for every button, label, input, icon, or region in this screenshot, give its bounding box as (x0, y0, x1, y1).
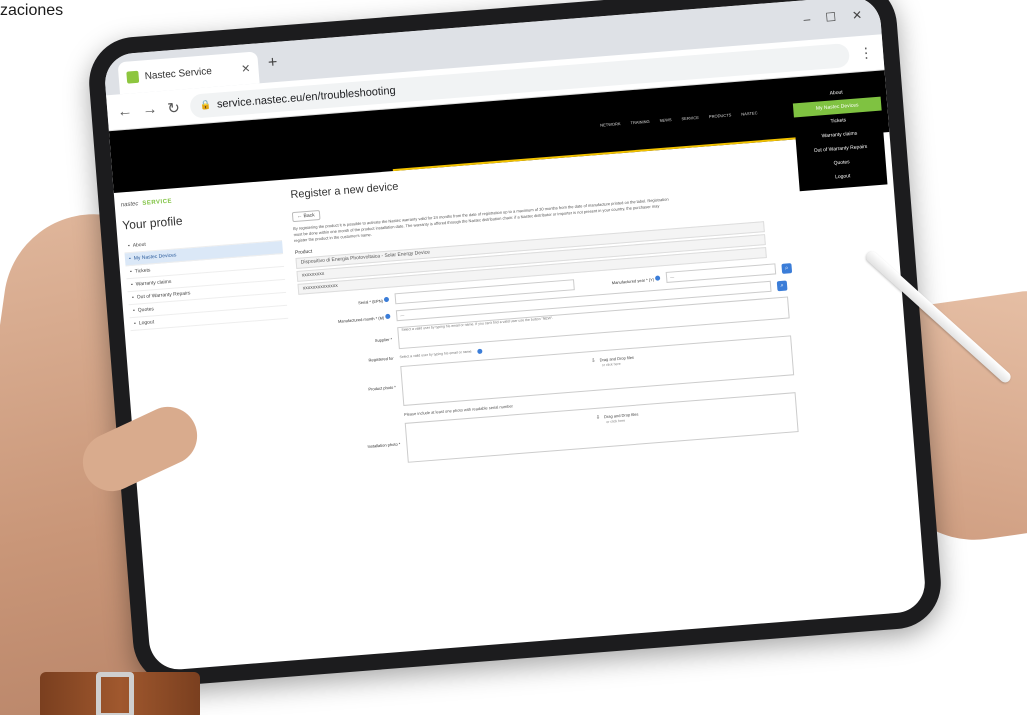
register-device-form: Register a new device ← Back By register… (283, 132, 922, 598)
sidebar-item-label: My Nastec Devices (133, 252, 177, 262)
reload-icon[interactable]: ↻ (167, 98, 181, 117)
upload-icon: ⇩ (595, 414, 601, 421)
top-nav-link[interactable]: NEWS (659, 117, 671, 123)
back-button[interactable]: ← Back (291, 209, 321, 223)
installation-photo-label: Installation photo * (367, 440, 401, 449)
tablet-screen: Nastec Service ✕ + – ☐ ✕ ← → ↻ 🔒 service… (102, 0, 928, 672)
close-window-icon[interactable]: ✕ (852, 8, 863, 23)
manufactured-month-label: Manufactured month * (M) (300, 313, 391, 326)
sidebar-item-label: Warranty claims (135, 278, 172, 288)
favicon-icon (126, 70, 140, 84)
sidebar-item-label: Quotes (137, 306, 155, 314)
brand: nastec SERVICE (120, 190, 279, 209)
sidebar-item-label: About (132, 241, 147, 249)
product-photo-dropzone[interactable]: ⇩ Drag and Drop files or click here (400, 335, 795, 406)
logout-icon: ▪ (133, 320, 137, 327)
page-caption: zaciones (0, 2, 64, 19)
maximize-icon[interactable]: ☐ (825, 10, 837, 25)
profile-title: Your profile (121, 213, 183, 233)
manufactured-year-label: Manufactured year * (Y) (580, 274, 661, 287)
tab-close-icon[interactable]: ✕ (241, 61, 251, 75)
sidebar-item-label: Logout (138, 319, 155, 327)
forward-arrow-icon[interactable]: → (142, 100, 158, 118)
user-icon: ▪ (127, 242, 130, 250)
help-icon[interactable] (383, 296, 390, 302)
ticket-icon: ▪ (129, 268, 133, 276)
minimize-icon[interactable]: – (803, 12, 811, 26)
warranty-icon: ▪ (130, 281, 134, 288)
upload-icon: ⇩ (591, 357, 596, 365)
search-button[interactable]: ⌕ (776, 280, 788, 291)
account-dropdown: About My Nastec Devices Tickets Warranty… (791, 78, 888, 192)
repair-icon: ▪ (131, 294, 135, 301)
top-nav-link[interactable]: NETWORK (600, 121, 621, 128)
serial-label: Serial * (EPN) (299, 296, 390, 309)
tab-title: Nastec Service (144, 65, 213, 82)
nastec-logo: nastec (120, 201, 139, 209)
sidebar-item-label: Tickets (134, 267, 151, 275)
help-icon[interactable] (477, 348, 483, 354)
url-text: service.nastec.eu/en/troubleshooting (216, 84, 397, 111)
watch-buckle (96, 672, 134, 715)
dropzone-label: ⇩ Drag and Drop files or click here (591, 354, 635, 368)
top-nav-link[interactable]: PRODUCTS (709, 112, 732, 119)
installation-photo-dropzone[interactable]: ⇩ Drag and Drop files or click here (404, 392, 799, 463)
back-arrow-icon[interactable]: ← (117, 102, 133, 120)
tablet: Nastec Service ✕ + – ☐ ✕ ← → ↻ 🔒 service… (85, 0, 945, 689)
scene: zaciones Nastec Service ✕ + – ☐ ✕ ← → ↻ (0, 0, 1027, 715)
profile-sidebar: nastec SERVICE Your profile ▪ About ▪ My N… (114, 180, 316, 612)
lock-icon: 🔒 (199, 99, 212, 111)
new-tab-icon[interactable]: + (267, 54, 278, 73)
top-nav: NETWORK TRAINING NEWS SERVICE PRODUCTS N… (600, 110, 758, 127)
sidebar-item-label: Out of Warranty Repairs (136, 290, 191, 301)
device-icon: ▪ (128, 255, 132, 263)
help-icon[interactable] (385, 313, 391, 319)
content-area: nastec SERVICE Your profile ▪ About ▪ My N… (114, 132, 923, 612)
supplier-label: Supplier * (374, 336, 393, 343)
browser-menu-icon[interactable]: ⋮ (858, 44, 873, 62)
brand-service-label: SERVICE (142, 198, 173, 207)
registered-for-help: Select a valid user by typing his email … (399, 349, 472, 360)
help-icon[interactable] (654, 274, 661, 281)
top-nav-link[interactable]: TRAINING (630, 119, 649, 125)
quote-icon: ▪ (132, 307, 136, 314)
manufactured-year-select[interactable]: — (665, 263, 777, 283)
top-nav-link[interactable]: SERVICE (681, 115, 699, 121)
product-photo-label: Product photo * (368, 384, 397, 392)
dropzone-label: ⇩ Drag and Drop files or click here (595, 411, 639, 425)
search-button[interactable]: ⌕ (781, 262, 793, 274)
registered-for-label: Registered for (368, 355, 394, 363)
top-nav-link[interactable]: NASTEC (741, 110, 758, 116)
